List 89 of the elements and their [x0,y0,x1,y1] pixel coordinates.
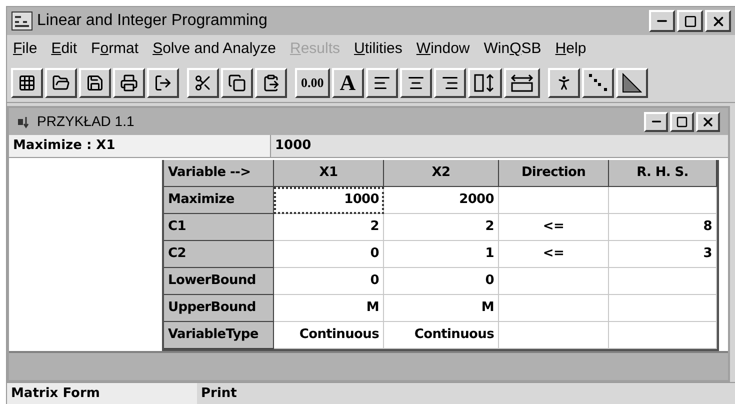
table-cell[interactable]: <= [499,241,609,268]
table-cell[interactable] [609,295,717,322]
menu-item[interactable]: Window [416,38,470,60]
cell-reference: Maximize : X1 [9,135,271,157]
toolbar-button[interactable] [45,68,77,98]
toolbar-button[interactable] [616,68,648,98]
table-cell[interactable]: 3 [609,241,717,268]
paste-icon [262,74,280,92]
maximize-icon [676,116,688,128]
toolbar-button[interactable] [79,68,111,98]
row-header: VariableType [164,322,274,349]
close-button[interactable] [696,112,720,132]
table-cell[interactable]: M [384,295,499,322]
minimize-button[interactable] [649,10,675,32]
toolbar-button[interactable] [434,68,466,98]
table-cell[interactable]: 1 [384,241,499,268]
toolbar-button[interactable]: A [332,68,364,98]
table-cell[interactable]: Continuous [274,322,384,349]
grid-icon [18,74,36,92]
table-cell[interactable]: M [274,295,384,322]
table-cell[interactable] [499,187,609,214]
table-cell[interactable]: 0 [384,268,499,295]
menu-item[interactable]: WinQSB [484,38,542,60]
maximize-icon [684,14,696,28]
menu-item[interactable]: Format [91,38,139,60]
toolbar-button[interactable]: 0.00 [295,68,330,98]
table-cell[interactable] [609,187,717,214]
menu-item[interactable]: File [13,38,38,60]
toolbar-button[interactable] [11,68,43,98]
column-header: X2 [384,160,499,187]
row-header: C1 [164,214,274,241]
toolbar-button[interactable] [400,68,432,98]
printer-icon [120,74,138,92]
table-cell[interactable]: 2 [384,214,499,241]
maximize-button[interactable] [677,10,703,32]
cell-value-field[interactable]: 1000 [271,135,728,157]
row-header: LowerBound [164,268,274,295]
table-cell[interactable]: 2000 [384,187,499,214]
minimize-button[interactable] [644,112,668,132]
area-chart-icon [622,72,642,92]
table-cell[interactable] [499,295,609,322]
table-cell[interactable] [609,322,717,349]
table-cell[interactable]: 0 [274,268,384,295]
scatter-icon [588,72,608,92]
toolbar-button[interactable] [255,68,287,98]
toolbar-button[interactable] [366,68,398,98]
menu-item[interactable]: Solve and Analyze [152,38,276,60]
document-title: PRZYKŁAD 1.1 [37,112,134,131]
row-header: UpperBound [164,295,274,322]
table-cell[interactable]: 8 [609,214,717,241]
table-cell[interactable]: Continuous [384,322,499,349]
toolbar-button[interactable] [468,68,502,98]
column-header: X1 [274,160,384,187]
toolbar-button[interactable] [221,68,253,98]
toolbar-button[interactable] [582,68,614,98]
toolbar-button[interactable] [504,68,540,98]
row-header: Maximize [164,187,274,214]
copy-icon [228,74,246,92]
column-header: Variable --> [164,160,274,187]
menu-item[interactable]: Utilities [354,38,402,60]
scissors-icon [194,74,212,92]
toolbar-button[interactable] [187,68,219,98]
toolbar-button[interactable] [147,68,179,98]
table-cell[interactable] [499,268,609,295]
table-cell[interactable]: 2 [274,214,384,241]
menu-item[interactable]: Edit [51,38,78,60]
menu-item[interactable]: Help [555,38,586,60]
table-cell[interactable]: 1000 [274,187,384,214]
status-bar-item: Print [200,384,238,403]
close-icon [701,114,715,128]
status-bar-item: Matrix Form [7,383,197,404]
window-title: Linear and Integer Programming [37,11,268,31]
close-button[interactable] [705,10,731,32]
table-cell[interactable]: <= [499,214,609,241]
toolbar-button[interactable] [548,68,580,98]
column-header: R. H. S. [609,160,717,187]
column-header: Direction [499,160,609,187]
save-icon [86,74,104,92]
table-cell[interactable] [499,322,609,349]
row-header: C2 [164,241,274,268]
column-width-icon [510,72,534,92]
toolbar-button[interactable] [113,68,145,98]
maximize-button[interactable] [670,112,694,132]
table-cell[interactable]: 0 [274,241,384,268]
exit-icon [154,74,172,92]
app-icon [11,11,33,31]
row-height-icon [474,72,496,92]
table-cell[interactable] [609,268,717,295]
folder-icon [52,74,70,92]
